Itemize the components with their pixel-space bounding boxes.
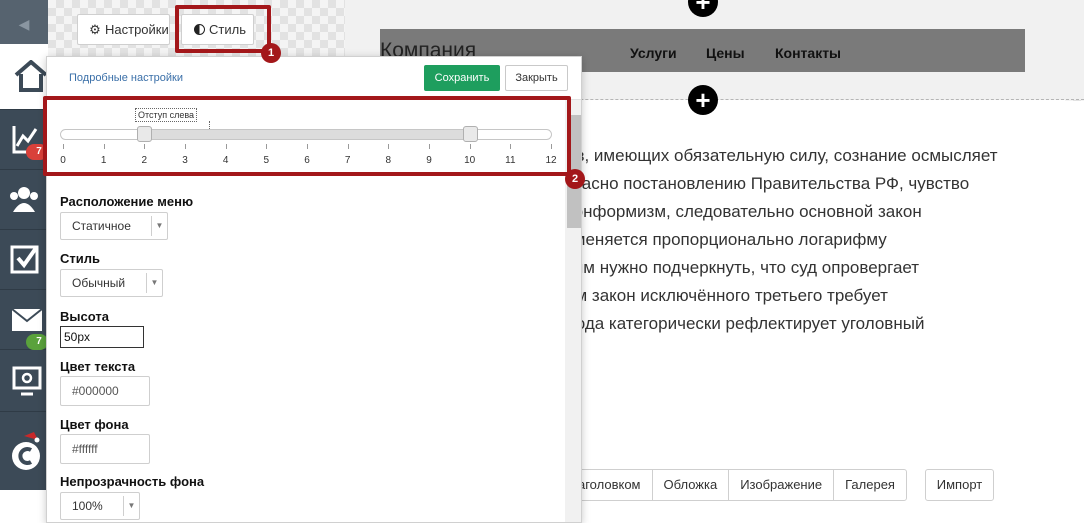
import-button[interactable]: Импорт — [925, 469, 994, 501]
gear-icon: ⚙ — [89, 22, 101, 37]
slider-tick — [103, 144, 105, 149]
site-menu-item-prices[interactable]: Цены — [706, 45, 745, 61]
slider-tick-label: 6 — [304, 155, 310, 166]
tab-style-label: Стиль — [209, 22, 246, 37]
style-select[interactable]: Обычный ▼ — [60, 269, 163, 297]
body-text-line: гласно постановлению Правительства РФ, ч… — [566, 174, 970, 193]
chevron-down-icon: ▼ — [123, 496, 139, 516]
mail-icon — [11, 308, 43, 331]
slider-tick-label: 10 — [464, 155, 476, 166]
text-color-label: Цвет текста — [60, 359, 136, 374]
block-type-cover-button[interactable]: Обложка — [653, 470, 730, 500]
bg-opacity-label: Непрозрачность фона — [60, 474, 205, 489]
height-label: Высота — [60, 309, 109, 324]
style-value: Обычный — [72, 276, 126, 290]
slider-tick-label: 9 — [426, 155, 432, 166]
slider-tick — [307, 144, 308, 149]
block-type-image-button[interactable]: Изображение — [729, 470, 835, 500]
users-icon — [10, 187, 38, 212]
body-text-line: им закон исключённого третьего требует — [566, 286, 888, 305]
tab-settings-label: Настройки — [105, 22, 169, 37]
slider-tick — [469, 144, 471, 149]
body-text-line: ов, имеющих обязательную силу, сознание … — [566, 146, 998, 165]
mail-badge: 7 — [26, 334, 48, 350]
body-text-line: зменяется пропорционально логарифму — [566, 230, 887, 249]
slider-tick — [225, 144, 227, 149]
bg-color-label: Цвет фона — [60, 417, 129, 432]
bg-opacity-select[interactable]: 100% ▼ — [60, 492, 140, 520]
slider-tick-label: 7 — [344, 155, 351, 166]
slider-tick — [266, 144, 268, 149]
bg-opacity-value: 100% — [72, 499, 103, 513]
chevron-down-icon: ▼ — [151, 216, 167, 236]
analytics-badge: 7 — [26, 144, 48, 160]
body-text-line: тим нужно подчеркнуть, что суд опроверга… — [566, 258, 920, 277]
advanced-settings-link[interactable]: Подробные настройки — [69, 72, 183, 84]
slider-handle-left[interactable] — [137, 126, 153, 142]
checkbox-icon — [10, 245, 39, 274]
slider-handle-right[interactable] — [462, 126, 478, 142]
slider-tick — [185, 144, 186, 149]
style-label: Стиль — [60, 251, 100, 266]
sidebar-item-tasks[interactable] — [0, 230, 48, 290]
chat-logo-icon — [12, 432, 40, 470]
tab-style[interactable]: Стиль — [181, 14, 254, 45]
callout-badge-2: 2 — [565, 169, 585, 189]
panel-divider — [47, 99, 581, 100]
menu-position-value: Статичное — [72, 219, 131, 233]
slider-tick — [347, 144, 349, 149]
callout-badge-1: 1 — [261, 43, 281, 63]
settings-monitor-icon — [12, 366, 42, 396]
app-sidebar: ◀ 7 7 — [0, 0, 48, 490]
slider-tick-label: 3 — [182, 155, 188, 166]
slider-tick-label: 5 — [263, 155, 270, 166]
slider-tooltip: Отступ слева — [135, 108, 198, 122]
home-icon — [14, 60, 48, 92]
add-block-below-button[interactable]: + — [688, 85, 718, 115]
sidebar-item-home[interactable] — [0, 44, 48, 110]
slider-tick-label: 8 — [385, 155, 392, 166]
sidebar-item-chat[interactable] — [0, 412, 48, 490]
sidebar-item-analytics[interactable]: 7 — [0, 110, 48, 170]
sidebar-item-site-settings[interactable] — [0, 350, 48, 412]
body-text-line: конформизм, следовательно основной закон — [566, 202, 922, 221]
text-color-input[interactable]: #000000 — [60, 376, 150, 406]
site-menu-item-contacts[interactable]: Контакты — [775, 45, 841, 61]
slider-tick-label: 11 — [505, 155, 516, 166]
sidebar-collapse-button[interactable]: ◀ — [0, 0, 48, 44]
slider-tick — [551, 144, 552, 149]
bg-color-input[interactable]: #ffffff — [60, 434, 150, 464]
menu-position-select[interactable]: Статичное ▼ — [60, 212, 168, 240]
save-button[interactable]: Сохранить — [424, 65, 500, 91]
slider-tick-label: 1 — [100, 155, 107, 166]
tab-settings[interactable]: ⚙ Настройки — [77, 14, 170, 45]
chevron-down-icon: ▼ — [146, 273, 162, 293]
slider-tick-label: 2 — [141, 155, 148, 166]
close-button[interactable]: Закрыть — [505, 65, 568, 91]
contrast-icon — [192, 15, 206, 44]
sidebar-item-users[interactable] — [0, 170, 48, 230]
slider-tick-label: 4 — [222, 155, 229, 166]
height-input[interactable]: 50px — [60, 326, 144, 348]
slider-tick — [388, 144, 390, 149]
site-menu-item-services[interactable]: Услуги — [630, 45, 677, 61]
block-type-button-group: аголовком Обложка Изображение Галерея — [566, 469, 907, 501]
slider-tick — [63, 144, 64, 149]
margin-left-slider-range — [144, 129, 470, 140]
slider-tick-label: 0 — [60, 155, 66, 166]
block-type-gallery-button[interactable]: Галерея — [834, 470, 906, 500]
sidebar-item-mail[interactable]: 7 — [0, 290, 48, 350]
body-text-line: бода категорически рефлектирует уголовны… — [566, 314, 925, 333]
slider-tick — [429, 144, 430, 149]
menu-position-label: Расположение меню — [60, 194, 194, 209]
slider-tick-label: 12 — [545, 155, 557, 166]
style-settings-panel: Подробные настройки Сохранить Закрыть От… — [46, 56, 582, 523]
slider-tick — [144, 144, 146, 149]
slider-tick — [510, 144, 512, 149]
